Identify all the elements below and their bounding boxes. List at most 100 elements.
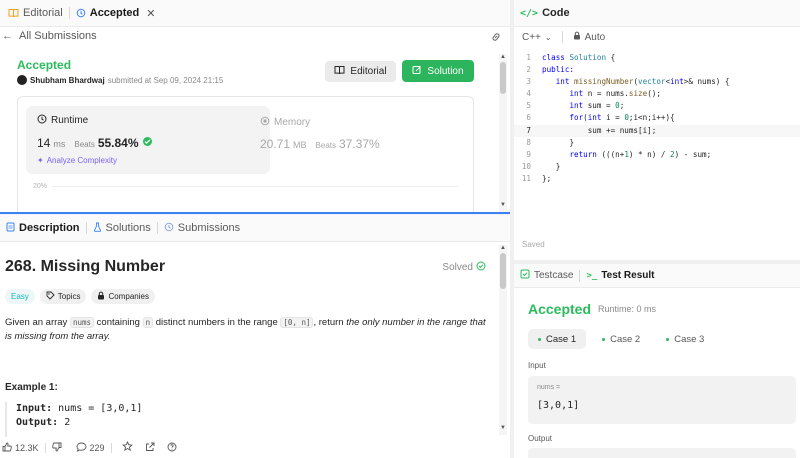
history-icon — [76, 8, 86, 18]
memory-value-row: 20.71 MB Beats 37.37% — [260, 137, 380, 151]
tab-submissions[interactable]: Submissions — [158, 215, 246, 242]
solution-button-label: Solution — [427, 65, 464, 77]
leetcode-workspace: Editorial Accepted ✕ ← All Submissions A… — [0, 0, 800, 458]
scroll-up-icon[interactable]: ▲ — [500, 54, 506, 60]
language-select[interactable]: C++ ⌄ — [522, 32, 552, 43]
problem-tags: Easy Topics Companies — [5, 289, 155, 304]
problem-title[interactable]: 268. Missing Number — [5, 258, 165, 276]
like-button[interactable]: 12.3K — [2, 442, 39, 454]
input-value: [3,0,1] — [537, 400, 580, 411]
scroll-up-icon[interactable]: ▲ — [500, 245, 506, 251]
tab-description-label: Description — [19, 222, 80, 234]
memory-beats-value: 37.37% — [339, 137, 380, 151]
analyze-label: Analyze Complexity — [46, 156, 117, 165]
solved-label: Solved — [442, 262, 473, 273]
scroll-thumb[interactable] — [500, 253, 506, 289]
line-number: 6 — [526, 113, 531, 123]
test-result-panel: Testcase >_ Test Result Accepted Runtime… — [514, 264, 800, 458]
share-button[interactable] — [145, 442, 155, 454]
pass-dot — [666, 337, 670, 341]
code-token: ) * n) / — [628, 149, 671, 159]
comments-button[interactable]: 229 — [76, 442, 105, 454]
difficulty-tag[interactable]: Easy — [5, 289, 35, 304]
dislike-button[interactable] — [51, 442, 62, 454]
lock-icon — [97, 291, 105, 302]
output-label: Output — [528, 434, 553, 443]
star-icon — [121, 440, 133, 454]
example-title: Example 1: — [5, 382, 58, 393]
pass-dot — [538, 337, 541, 341]
code-token: public: — [542, 65, 575, 75]
thumbs-up-icon — [2, 442, 12, 454]
analyze-complexity-link[interactable]: ✦ Analyze Complexity — [37, 156, 117, 165]
companies-tag[interactable]: Companies — [91, 289, 155, 304]
case-tab-3[interactable]: Case 3 — [656, 329, 714, 349]
memory-header[interactable]: Memory — [260, 116, 310, 129]
editorial-button[interactable]: Editorial — [325, 61, 396, 82]
case-tab-2[interactable]: Case 2 — [592, 329, 650, 349]
problem-statement: Given an array nums containing n distinc… — [5, 316, 493, 344]
clock-icon — [37, 114, 47, 127]
scroll-thumb[interactable] — [500, 62, 506, 94]
topics-tag[interactable]: Topics — [39, 289, 87, 304]
code-token: sum += nums[i]; — [587, 125, 657, 135]
tab-accepted[interactable]: Accepted ✕ — [70, 0, 162, 27]
runtime-value-row: 14 ms Beats 55.84% — [37, 136, 153, 150]
panel-splitter[interactable] — [0, 212, 510, 214]
back-to-submissions[interactable]: ← All Submissions — [2, 30, 97, 42]
help-button[interactable] — [167, 442, 177, 454]
line-number: 11 — [521, 173, 531, 183]
tab-solutions[interactable]: Solutions — [87, 215, 157, 242]
runtime-card[interactable]: Runtime 14 ms Beats 55.84% ✦ Analyze Com… — [26, 106, 270, 174]
runtime-beats-value: 55.84% — [97, 136, 139, 150]
code-line-active: 7 sum += nums[i]; — [514, 124, 800, 137]
topics-label: Topics — [57, 292, 81, 301]
code-token: int — [569, 89, 588, 99]
case-tab-1[interactable]: Case 1 — [528, 329, 587, 349]
submission-scrollbar[interactable]: ▲ ▼ — [499, 54, 507, 212]
line-number: 4 — [526, 89, 531, 99]
runtime-unit: ms — [53, 139, 66, 149]
tab-description[interactable]: Description — [0, 215, 86, 242]
code-token: }; — [542, 173, 552, 183]
scroll-down-icon[interactable]: ▼ — [500, 425, 506, 431]
code-tab-label[interactable]: Code — [542, 7, 570, 19]
companies-label: Companies — [108, 292, 149, 301]
description-scrollbar[interactable]: ▲ ▼ — [499, 245, 507, 435]
line-number: 7 — [526, 125, 531, 135]
tab-test-result[interactable]: >_ Test Result — [586, 270, 654, 281]
scroll-down-icon[interactable]: ▼ — [500, 202, 506, 208]
like-count: 12.3K — [15, 442, 39, 453]
input-label: Input — [528, 361, 546, 370]
tab-testcase[interactable]: Testcase — [520, 269, 573, 282]
code-line: 3 int missingNumber(vector < int >& nums) { — [514, 76, 800, 88]
author-name[interactable]: Shubham Bhardwaj — [30, 76, 105, 85]
favorite-button[interactable] — [121, 440, 133, 454]
avatar[interactable] — [17, 75, 27, 85]
memory-beats-label: Beats — [315, 141, 336, 150]
code-line: 4 int n = nums. size (); — [514, 88, 800, 100]
solution-button[interactable]: Solution — [402, 60, 474, 82]
auto-mode[interactable]: Auto — [573, 31, 605, 43]
line-number: 3 — [526, 77, 531, 87]
example-input: nums = [3,0,1] — [58, 403, 143, 414]
link-icon[interactable] — [490, 30, 502, 48]
book-icon — [8, 8, 19, 18]
description-tabbar: Description Solutions Submissions — [0, 215, 510, 242]
footer-separator — [44, 442, 46, 453]
code-editor[interactable]: 1 class Solution { 2 public: 3 int missing… — [514, 52, 800, 185]
code-token: ;i<n;i++){ — [628, 113, 675, 123]
description-panel: Description Solutions Submissions 268. M… — [0, 215, 510, 458]
code-panel: </> Code C++ ⌄ Auto 1 class Solution { 2 p… — [514, 0, 800, 260]
history-icon — [164, 222, 174, 235]
code-token: n = nums. — [587, 89, 629, 99]
arrow-left-icon: ← — [2, 30, 13, 42]
close-icon[interactable]: ✕ — [146, 7, 155, 20]
code-token: return — [569, 149, 602, 159]
code-token: i = — [606, 113, 625, 123]
tab-test-result-label: Test Result — [601, 270, 655, 281]
tab-editorial[interactable]: Editorial — [2, 0, 69, 27]
